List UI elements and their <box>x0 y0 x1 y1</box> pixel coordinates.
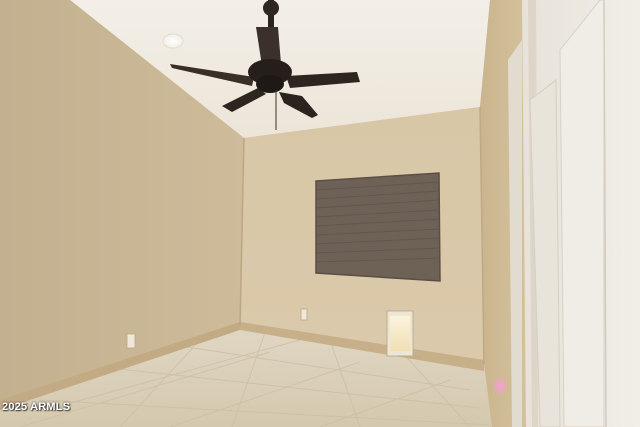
wall-vent <box>386 310 414 357</box>
wall-outlet-back <box>300 308 308 321</box>
room-photo: 2025 ARMLS <box>0 0 640 427</box>
recessed-light <box>162 33 184 49</box>
light-reflection <box>492 376 508 396</box>
window-blind <box>315 172 441 282</box>
watermark: 2025 ARMLS <box>2 401 71 413</box>
closet-door <box>508 0 640 427</box>
wall-outlet-left <box>126 333 136 349</box>
room-illustration <box>0 0 640 427</box>
